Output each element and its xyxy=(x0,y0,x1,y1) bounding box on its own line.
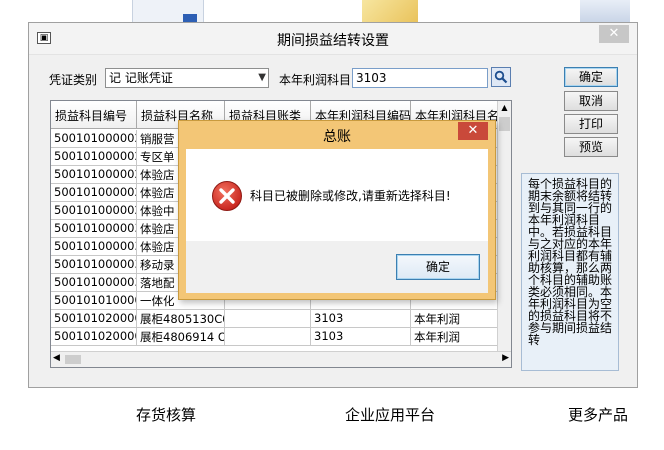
table-cell[interactable] xyxy=(225,310,311,328)
dialog-close-button[interactable]: ✕ xyxy=(458,122,488,140)
desktop-icon-app xyxy=(580,0,630,24)
shortcut-more-products[interactable]: 更多产品 xyxy=(568,404,628,425)
window-title: 期间损益结转设置 xyxy=(277,33,389,49)
scroll-thumb[interactable] xyxy=(499,117,510,131)
table-cell[interactable]: 5001010200002 xyxy=(51,328,137,346)
profit-subject-input[interactable]: 3103 xyxy=(352,68,488,88)
table-row[interactable]: 5001010200001展柜4805130C01 3103本年利润 xyxy=(51,310,499,328)
window-close-button[interactable]: ✕ xyxy=(599,25,629,43)
confirm-button[interactable]: 确定 xyxy=(564,67,618,87)
dialog-message: 科目已被删除或修改,请重新选择科目! xyxy=(250,189,451,203)
close-icon: ✕ xyxy=(467,123,479,138)
table-cell[interactable] xyxy=(225,328,311,346)
print-button[interactable]: 打印 xyxy=(564,114,618,134)
desktop-icon-window xyxy=(132,0,204,24)
horizontal-scrollbar[interactable]: ◀ ▶ xyxy=(51,351,511,367)
table-cell[interactable]: 5001010200001 xyxy=(51,310,137,328)
table-cell[interactable]: 5001010000025 xyxy=(51,130,137,148)
table-cell[interactable]: 5001010000033 xyxy=(51,274,137,292)
dialog-body: 科目已被删除或修改,请重新选择科目! xyxy=(186,149,488,241)
shortcut-enterprise-platform[interactable]: 企业应用平台 xyxy=(345,404,435,425)
transfer-rules-note: 每个损益科目的期末余额将结转到与其同一行的本年利润科目中。若损益科目与之对应的本… xyxy=(521,173,619,371)
error-icon xyxy=(212,181,242,211)
table-cell[interactable]: 本年利润 xyxy=(411,310,499,328)
table-cell[interactable]: 5001010000031 xyxy=(51,238,137,256)
scroll-thumb[interactable] xyxy=(65,355,81,364)
table-cell[interactable]: 3103 xyxy=(311,328,411,346)
voucher-type-label: 凭证类别 xyxy=(49,73,98,87)
table-cell[interactable]: 5001010000030 xyxy=(51,220,137,238)
window-titlebar: ▣ 期间损益结转设置 ✕ xyxy=(29,23,637,55)
table-cell[interactable]: 5001010000026 xyxy=(51,148,137,166)
dialog-title: 总账 xyxy=(323,129,351,145)
dialog-ok-button[interactable]: 确定 xyxy=(396,254,480,280)
scroll-left-icon[interactable]: ◀ xyxy=(53,353,60,363)
table-cell[interactable]: 本年利润 xyxy=(411,328,499,346)
table-cell[interactable]: 5001010000032 xyxy=(51,256,137,274)
column-header[interactable]: 损益科目编号 xyxy=(51,101,137,129)
voucher-type-select[interactable]: 记 记账凭证 ▼ xyxy=(105,68,269,88)
table-cell[interactable]: 5001010000027 xyxy=(51,166,137,184)
dialog-footer: 确定 xyxy=(186,241,488,293)
scroll-up-icon[interactable]: ▲ xyxy=(498,101,511,115)
app-shortcut-bar: 存货核算 企业应用平台 更多产品 xyxy=(0,404,664,424)
table-cell[interactable]: 5001010000029 xyxy=(51,202,137,220)
table-row[interactable]: 5001010200002展柜4806914 OI 3103本年利润 xyxy=(51,328,499,346)
table-cell[interactable]: 3103 xyxy=(311,310,411,328)
vertical-scrollbar[interactable]: ▲ xyxy=(497,101,511,353)
close-icon: ✕ xyxy=(608,26,620,41)
search-icon xyxy=(494,70,508,84)
profit-subject-label: 本年利润科目 xyxy=(279,73,352,87)
scroll-right-icon[interactable]: ▶ xyxy=(502,353,509,363)
cancel-button[interactable]: 取消 xyxy=(564,91,618,111)
chevron-down-icon: ▼ xyxy=(258,72,266,83)
preview-button[interactable]: 预览 xyxy=(564,137,618,157)
shortcut-inventory-accounting[interactable]: 存货核算 xyxy=(136,404,196,425)
profit-subject-search-button[interactable] xyxy=(491,67,511,87)
table-cell[interactable]: 5001010000028 xyxy=(51,184,137,202)
table-cell[interactable]: 展柜4805130C01 xyxy=(137,310,225,328)
desktop-icon-folder xyxy=(362,0,418,24)
voucher-type-value: 记 记账凭证 xyxy=(109,71,173,85)
table-cell[interactable]: 5001010100001 xyxy=(51,292,137,310)
error-dialog: 总账 ✕ 科目已被删除或修改,请重新选择科目! 确定 xyxy=(178,120,496,300)
table-cell[interactable]: 展柜4806914 OI xyxy=(137,328,225,346)
profit-subject-value: 3103 xyxy=(356,71,387,85)
